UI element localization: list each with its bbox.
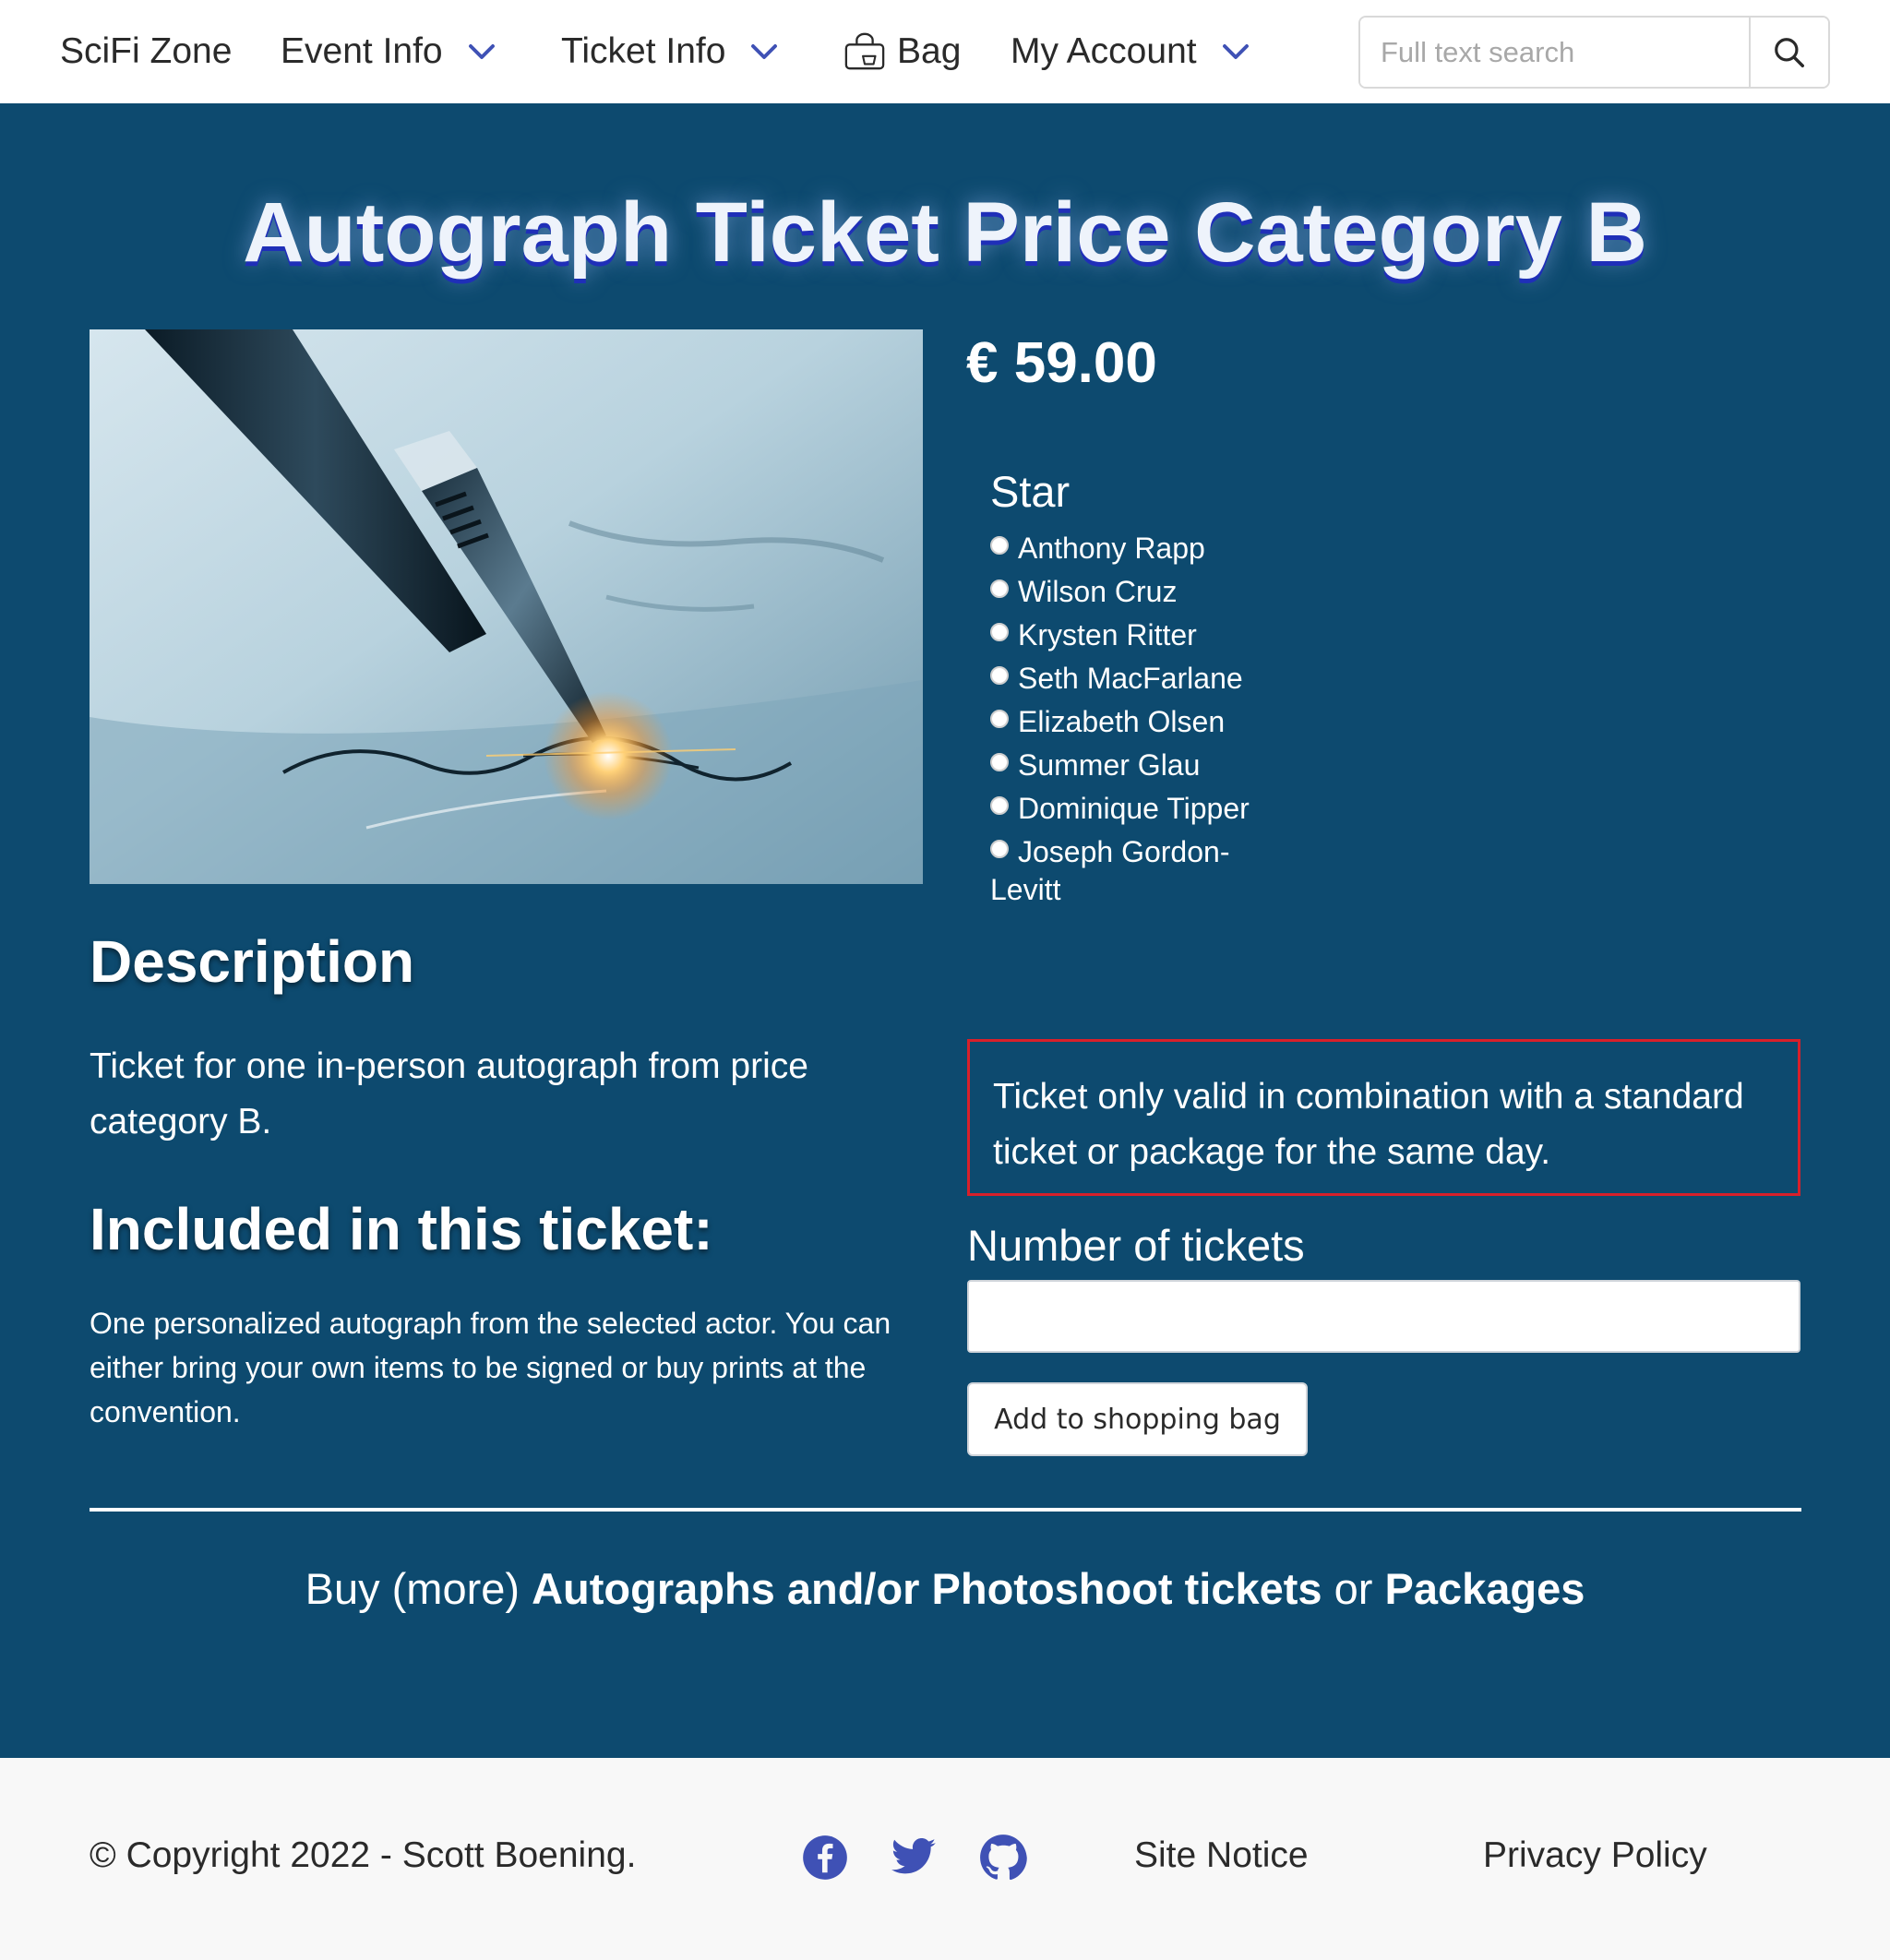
fountain-pen-signing-image — [90, 329, 923, 884]
star-option-label: Anthony Rapp — [1018, 532, 1205, 565]
autographs-photoshoot-link[interactable]: Autographs and/or Photoshoot tickets — [532, 1564, 1322, 1613]
radio-button[interactable] — [990, 580, 1009, 598]
shopping-bag-icon — [844, 32, 885, 70]
chevron-down-icon — [1219, 35, 1252, 68]
radio-button[interactable] — [990, 536, 1009, 555]
star-option[interactable]: Wilson Cruz — [990, 573, 1295, 611]
star-option[interactable]: Anthony Rapp — [990, 530, 1295, 568]
star-option-label: Dominique Tipper — [1018, 792, 1250, 825]
navbar: SciFi Zone Event Info Ticket Info Bag My… — [0, 0, 1890, 103]
product-price: € 59.00 — [966, 331, 1157, 395]
twitter-link[interactable] — [890, 1834, 938, 1882]
brand-link[interactable]: SciFi Zone — [60, 28, 232, 76]
facebook-link[interactable] — [801, 1834, 849, 1882]
star-option-label: Seth MacFarlane — [1018, 662, 1243, 695]
chevron-down-icon — [748, 35, 781, 68]
included-heading: Included in this ticket: — [90, 1196, 713, 1262]
nav-event-info-label: Event Info — [281, 31, 443, 71]
radio-button[interactable] — [990, 710, 1009, 728]
star-option-label: Summer Glau — [1018, 748, 1201, 782]
description-heading: Description — [90, 928, 415, 995]
star-option[interactable]: Dominique Tipper — [990, 790, 1295, 828]
radio-button[interactable] — [990, 666, 1009, 685]
nav-my-account-label: My Account — [1011, 31, 1197, 71]
star-option[interactable]: Elizabeth Olsen — [990, 703, 1295, 741]
star-option-label: Krysten Ritter — [1018, 618, 1197, 651]
search-icon — [1775, 37, 1804, 67]
radio-button[interactable] — [990, 840, 1009, 858]
nav-bag[interactable]: Bag — [843, 28, 961, 76]
twitter-icon — [891, 1837, 936, 1874]
github-link[interactable] — [979, 1834, 1027, 1882]
search-box — [1358, 16, 1830, 89]
nav-bag-label: Bag — [897, 31, 962, 71]
number-of-tickets-input[interactable] — [967, 1280, 1800, 1353]
radio-button[interactable] — [990, 753, 1009, 771]
github-icon — [980, 1835, 1027, 1881]
nav-ticket-info[interactable]: Ticket Info — [561, 28, 781, 76]
page-title: Autograph Ticket Price Category B — [243, 185, 1647, 280]
packages-link-label: Packages — [1384, 1564, 1585, 1613]
included-text: One personalized autograph from the sele… — [90, 1307, 891, 1428]
nav-ticket-info-label: Ticket Info — [561, 31, 726, 71]
star-legend: Star — [990, 467, 1071, 516]
copyright-text: © Copyright 2022 - Scott Boening. — [90, 1835, 637, 1875]
facebook-icon — [803, 1835, 847, 1880]
star-option-label: Wilson Cruz — [1018, 575, 1178, 608]
add-to-bag-button[interactable]: Add to shopping bag — [967, 1382, 1308, 1456]
number-of-tickets-label: Number of tickets — [967, 1221, 1305, 1270]
validity-notice: Ticket only valid in combination with a … — [967, 1039, 1800, 1196]
chevron-down-icon — [465, 35, 498, 68]
divider — [90, 1508, 1801, 1512]
buy-more-middle: or — [1322, 1564, 1385, 1613]
buy-more-line: Buy (more) Autographs and/or Photoshoot … — [0, 1563, 1890, 1614]
search-input[interactable] — [1360, 18, 1749, 87]
star-radio-group: Anthony Rapp Wilson Cruz Krysten Ritter … — [990, 530, 1295, 914]
privacy-policy-link[interactable]: Privacy Policy — [1483, 1835, 1707, 1876]
nav-my-account[interactable]: My Account — [1011, 28, 1252, 76]
description-text: Ticket for one in-person autograph from … — [90, 1046, 808, 1141]
nav-event-info[interactable]: Event Info — [281, 28, 498, 76]
footer: © Copyright 2022 - Scott Boening. Site N… — [0, 1758, 1890, 1960]
brand-label: SciFi Zone — [60, 31, 233, 71]
star-option-label: Elizabeth Olsen — [1018, 705, 1226, 738]
star-option-label: Joseph Gordon-Levitt — [990, 835, 1230, 906]
star-option[interactable]: Summer Glau — [990, 747, 1295, 784]
radio-button[interactable] — [990, 623, 1009, 641]
packages-link[interactable]: Packages — [1384, 1564, 1585, 1613]
buy-more-prefix: Buy (more) — [305, 1564, 532, 1613]
search-button[interactable] — [1749, 18, 1828, 87]
star-option[interactable]: Seth MacFarlane — [990, 660, 1295, 698]
star-option[interactable]: Joseph Gordon-Levitt — [990, 833, 1295, 909]
radio-button[interactable] — [990, 796, 1009, 815]
star-option[interactable]: Krysten Ritter — [990, 616, 1295, 654]
autographs-photoshoot-link-label: Autographs and/or Photoshoot tickets — [532, 1564, 1322, 1613]
site-notice-link[interactable]: Site Notice — [1134, 1835, 1309, 1876]
